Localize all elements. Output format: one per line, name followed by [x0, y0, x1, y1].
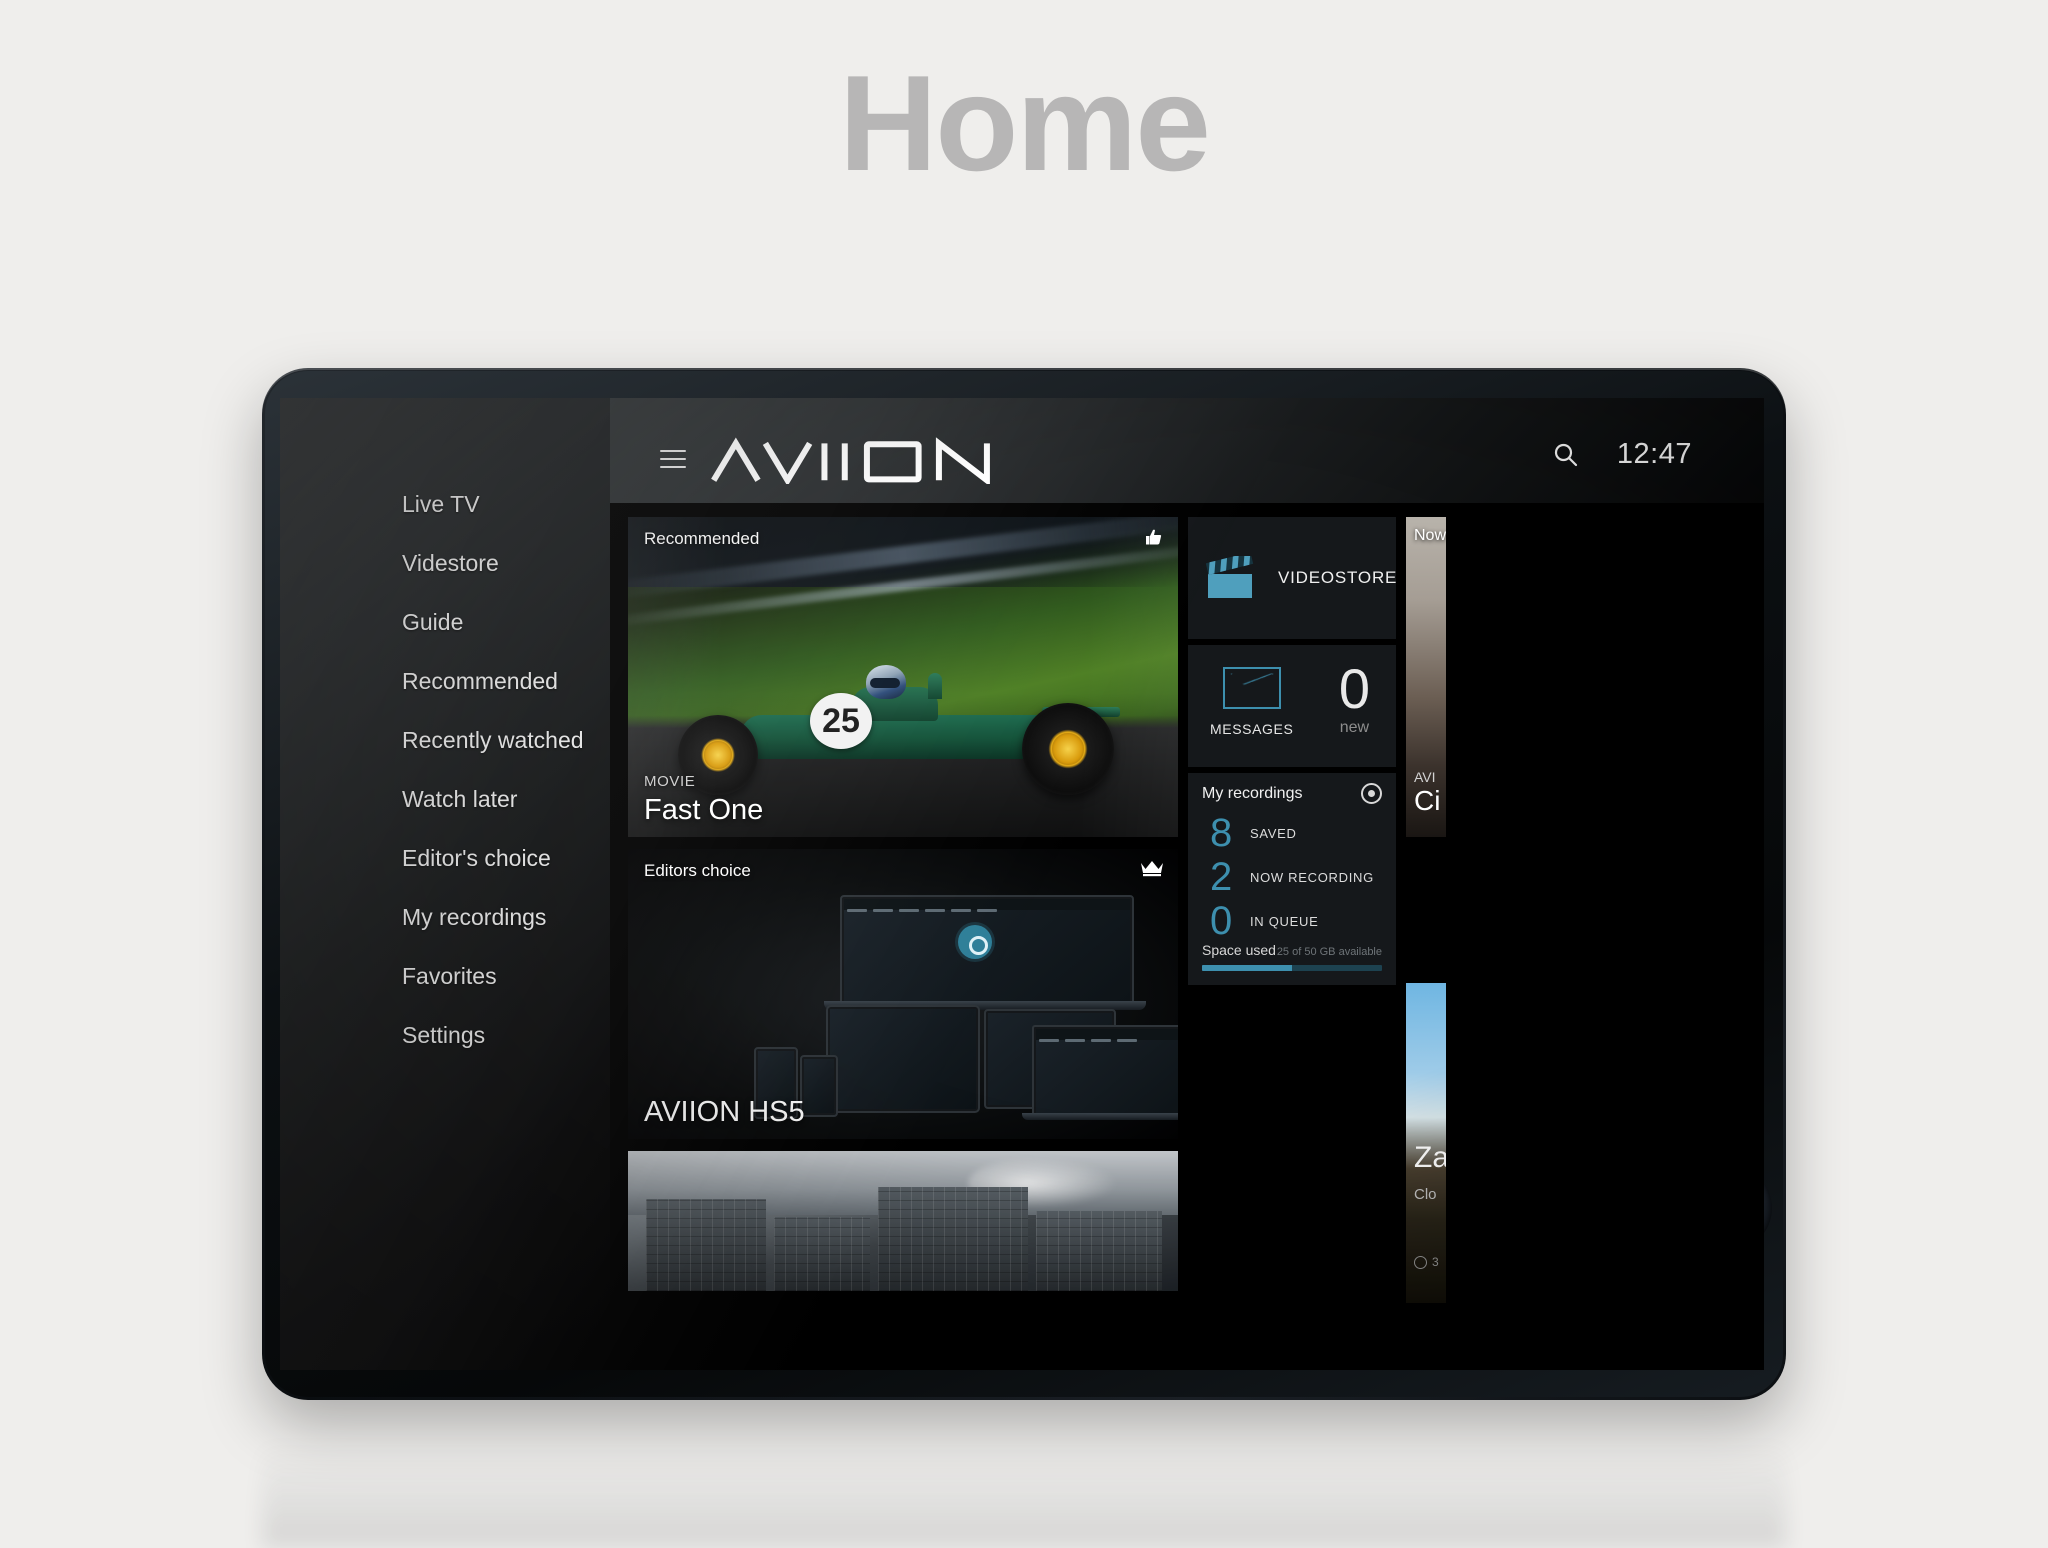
stat-saved: 8 SAVED [1210, 813, 1382, 853]
page-title: Home [839, 47, 1211, 199]
cut-card-now-label: Now [1414, 527, 1446, 544]
videostore-label: VIDEOSTORE [1278, 568, 1396, 587]
cut-card-now-title: Ci [1414, 785, 1441, 816]
aviion-logo [710, 436, 1005, 484]
top-bar: 12:47 [610, 398, 1764, 503]
sidebar-item-my-recordings[interactable]: My recordings [402, 906, 632, 929]
space-used-block: Space used 25 of 50 GB available [1202, 942, 1382, 971]
editors-choice-title: AVIION HS5 [644, 1096, 805, 1128]
stat-saved-value: 8 [1210, 811, 1233, 855]
sidebar: Live TV Videstore Guide Recommended Rece… [280, 398, 610, 1370]
cut-card-za-title: Za [1414, 1141, 1446, 1174]
car-number: 25 [810, 693, 872, 749]
editors-choice-card[interactable]: Editors choice AVIION HS5 [628, 849, 1178, 1139]
messages-count-label: new [1339, 719, 1370, 736]
cut-card-now[interactable]: Now AVI Ci [1406, 517, 1446, 837]
cut-card-za-meta-text: 3 [1432, 1255, 1439, 1269]
recordings-stats: 8 SAVED 2 NOW RECORDING 0 IN QUEUE [1210, 813, 1382, 945]
space-used-label: Space used [1202, 942, 1276, 958]
tablet-screen: Live TV Videstore Guide Recommended Rece… [280, 398, 1764, 1370]
messages-count: 0 [1338, 657, 1370, 720]
space-available-label: 25 of 50 GB available [1276, 946, 1382, 958]
stat-now-recording-value: 2 [1210, 855, 1233, 899]
record-dot-icon[interactable] [1361, 783, 1382, 804]
refresh-icon [1414, 1255, 1427, 1269]
stat-saved-label: SAVED [1250, 825, 1297, 841]
messages-tile[interactable]: MESSAGES 0 new [1188, 645, 1396, 767]
envelope-icon [1222, 667, 1281, 709]
videostore-tile[interactable]: VIDEOSTORE [1188, 517, 1396, 639]
stat-in-queue: 0 IN QUEUE [1210, 901, 1382, 941]
hero-card-recommended[interactable]: 25 Recommended MOVIE Fast One [628, 517, 1178, 837]
bottom-card[interactable] [628, 1151, 1178, 1291]
messages-label: MESSAGES [1210, 721, 1294, 737]
hero-caption: MOVIE Fast One [644, 773, 763, 825]
stat-in-queue-value: 0 [1210, 899, 1233, 943]
cut-card-now-kicker: AVI [1414, 769, 1436, 785]
sidebar-item-recommended[interactable]: Recommended [402, 670, 632, 693]
sidebar-item-editors-choice[interactable]: Editor's choice [402, 847, 632, 870]
cut-card-za-subtitle: Clo [1414, 1186, 1437, 1203]
clapperboard-icon [1205, 552, 1260, 600]
stat-now-recording: 2 NOW RECORDING [1210, 857, 1382, 897]
cut-card-za-meta: 3 [1414, 1255, 1439, 1269]
sidebar-item-recently-watched[interactable]: Recently watched [402, 729, 632, 752]
editors-choice-label: Editors choice [644, 861, 751, 880]
clock: 12:47 [1616, 438, 1692, 470]
thumbs-up-icon[interactable] [1144, 527, 1164, 552]
content-area: 25 Recommended MOVIE Fast One Editors ch… [610, 503, 1764, 1370]
sidebar-item-videstore[interactable]: Videstore [402, 552, 632, 575]
hero-title: Fast One [644, 794, 764, 826]
search-icon[interactable] [1553, 442, 1579, 473]
sidebar-item-settings[interactable]: Settings [402, 1024, 632, 1047]
my-recordings-tile[interactable]: My recordings 8 SAVED 2 NOW RECORDING 0 … [1188, 773, 1396, 985]
gear-icon [958, 925, 992, 959]
stat-in-queue-label: IN QUEUE [1250, 913, 1319, 929]
hamburger-icon[interactable] [660, 450, 686, 470]
sidebar-nav: Live TV Videstore Guide Recommended Rece… [402, 493, 632, 1083]
cut-card-za[interactable]: Za Clo 3 [1406, 983, 1446, 1303]
sidebar-item-favorites[interactable]: Favorites [402, 965, 632, 988]
hero-kicker: MOVIE [644, 773, 696, 790]
device-reflection [262, 1398, 1786, 1548]
tablet-device: Live TV Videstore Guide Recommended Rece… [262, 368, 1786, 1400]
sidebar-item-live-tv[interactable]: Live TV [402, 493, 632, 516]
hero-card-label: Recommended [644, 529, 760, 548]
my-recordings-title: My recordings [1202, 784, 1303, 802]
sidebar-item-watch-later[interactable]: Watch later [402, 788, 632, 811]
space-used-fill [1202, 965, 1292, 971]
sidebar-item-guide[interactable]: Guide [402, 611, 632, 634]
editors-choice-caption: AVIION HS5 [644, 1098, 805, 1127]
space-used-bar [1202, 965, 1382, 971]
crown-icon[interactable] [1140, 859, 1164, 882]
stat-now-recording-label: NOW RECORDING [1250, 869, 1374, 885]
